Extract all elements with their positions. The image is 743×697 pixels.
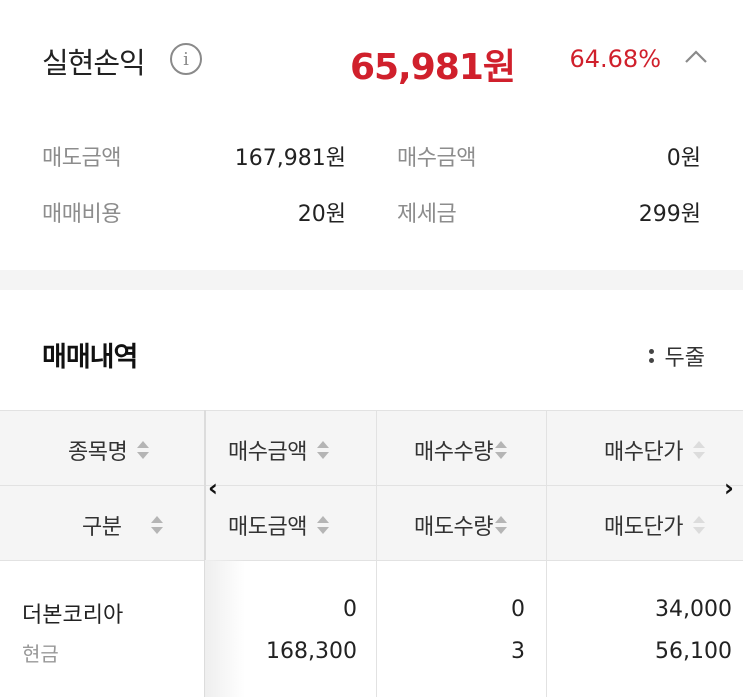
row-buy-amount: 0 xyxy=(343,597,357,622)
scroll-shadow xyxy=(205,560,245,697)
header-row-divider xyxy=(0,485,743,486)
more-icon xyxy=(648,348,655,364)
header-sell-amount[interactable]: 매도금액 xyxy=(228,509,329,541)
view-option-button[interactable]: 두줄 xyxy=(648,340,705,372)
column-divider xyxy=(376,410,377,697)
header-bottom-border xyxy=(0,560,743,561)
row-type: 현금 xyxy=(22,642,59,666)
sort-icon xyxy=(494,514,507,536)
scroll-right-icon[interactable]: › xyxy=(724,474,734,502)
view-option-label: 두줄 xyxy=(664,346,705,371)
table-top-border xyxy=(0,410,743,411)
sell-amount-value: 167,981원 xyxy=(234,146,346,171)
row-stock-name[interactable]: 더본코리아 xyxy=(22,597,123,629)
chevron-up-icon[interactable] xyxy=(683,44,709,70)
row-sell-qty: 3 xyxy=(511,639,525,664)
sort-icon xyxy=(316,514,329,536)
trade-cost-value: 20원 xyxy=(297,202,346,227)
info-icon[interactable]: i xyxy=(170,43,202,75)
row-buy-price: 34,000 xyxy=(655,597,732,622)
summary-title: 실현손익 xyxy=(42,46,146,80)
profit-rate: 64.68% xyxy=(569,45,661,73)
header-type[interactable]: 구분 xyxy=(82,509,164,541)
row-buy-qty: 0 xyxy=(511,597,525,622)
sort-icon xyxy=(137,439,150,461)
buy-amount-label: 매수금액 xyxy=(397,146,476,171)
row-sell-amount: 168,300 xyxy=(266,639,357,664)
buy-amount-value: 0원 xyxy=(666,146,701,171)
sort-icon xyxy=(494,439,507,461)
trade-cost-label: 매매비용 xyxy=(42,202,121,227)
header-stock-name[interactable]: 종목명 xyxy=(68,434,150,466)
scroll-left-icon[interactable]: ‹ xyxy=(208,474,218,502)
header-sell-qty[interactable]: 매도수량 xyxy=(414,509,507,541)
sort-icon xyxy=(316,439,329,461)
sort-icon xyxy=(151,514,164,536)
profit-amount: 65,981원 xyxy=(349,47,516,88)
sort-icon xyxy=(692,439,705,461)
row-sell-price: 56,100 xyxy=(655,639,732,664)
sell-amount-label: 매도금액 xyxy=(42,146,121,171)
section-divider xyxy=(0,270,743,290)
header-buy-qty[interactable]: 매수수량 xyxy=(414,434,507,466)
trade-history-title: 매매내역 xyxy=(42,342,138,373)
sort-icon xyxy=(692,514,705,536)
header-buy-price[interactable]: 매수단가 xyxy=(604,434,705,466)
tax-value: 299원 xyxy=(638,202,701,227)
realized-pnl-summary: 실현손익 i 65,981원 64.68% 매도금액 167,981원 매수금액… xyxy=(0,0,743,270)
header-sell-price[interactable]: 매도단가 xyxy=(604,509,705,541)
column-divider xyxy=(546,410,547,697)
trade-history-table: 종목명 매수금액 매수수량 매수단가 구분 매도금액 매도수량 매도단가 ‹ ›… xyxy=(0,410,743,697)
tax-label: 제세금 xyxy=(397,202,457,227)
header-buy-amount[interactable]: 매수금액 xyxy=(228,434,329,466)
